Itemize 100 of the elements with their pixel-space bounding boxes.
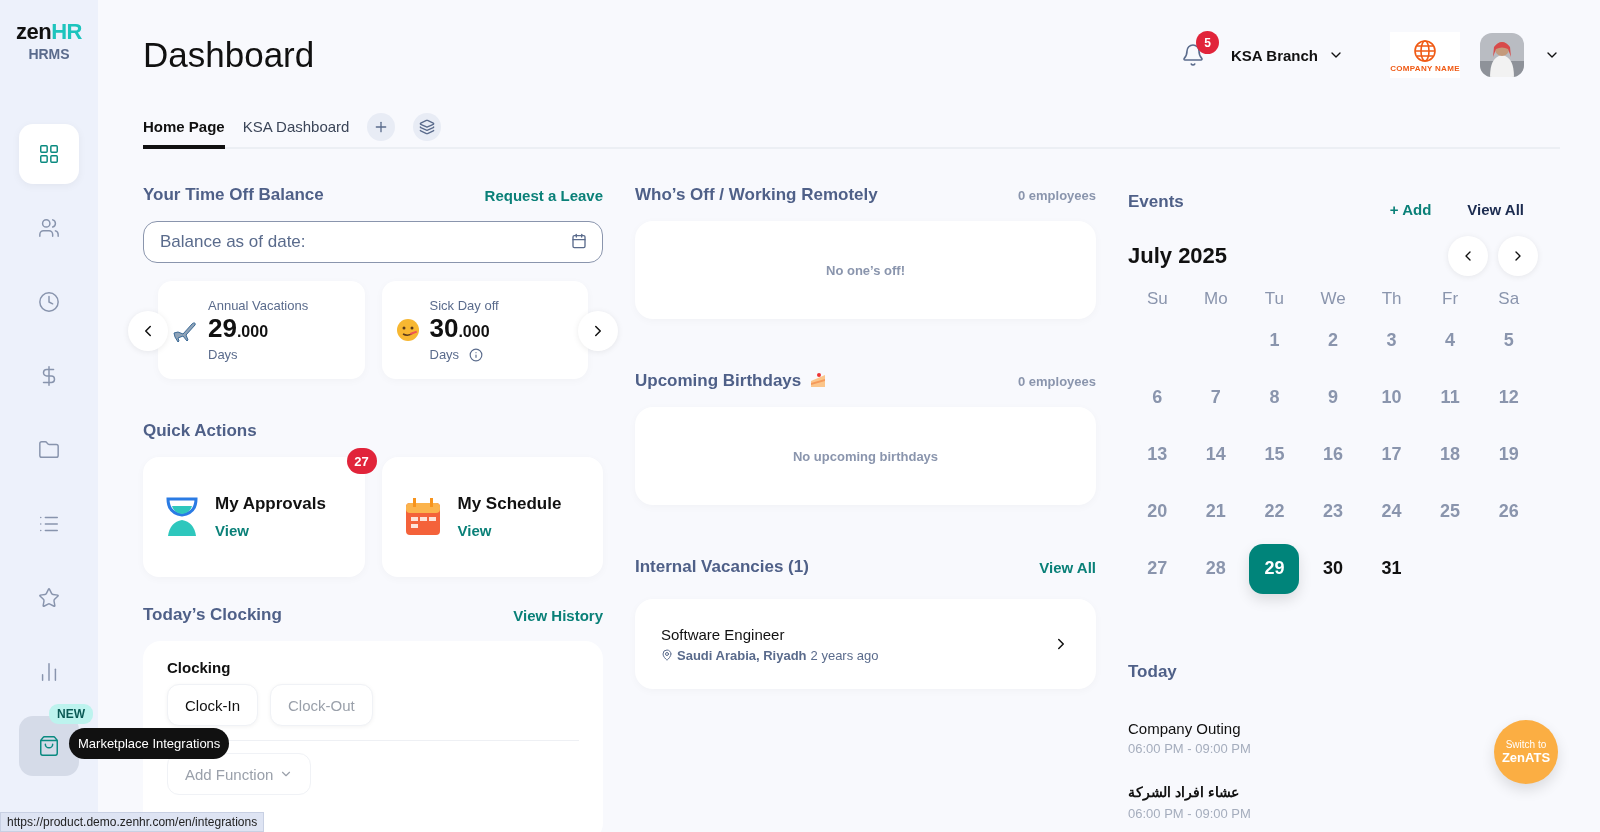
notification-count: 5 [1196,31,1220,54]
count-badge: 27 [346,448,377,474]
weekday-label: Su [1146,289,1168,309]
section-title: Who’s Off / Working Remotely [635,185,878,205]
balance-name: Annual Vacations [208,298,309,313]
next-button[interactable] [578,311,618,351]
calendar-day[interactable]: 16 [1308,429,1358,480]
section-title: Today [1128,662,1178,682]
calendar-icon[interactable] [571,233,587,249]
employee-count: 0 employees [1017,373,1096,389]
calendar-day[interactable]: 4 [1425,315,1476,366]
request-leave-link[interactable]: Request a Leave [484,186,603,204]
calendar-day[interactable]: 7 [1190,372,1241,423]
event-time: 06:00 PM - 09:00 PM [1128,741,1251,756]
weekday-label: Fr [1442,289,1459,309]
calendar-day[interactable]: 9 [1308,372,1358,423]
empty-message: No upcoming birthdays [792,448,939,464]
previous-button[interactable] [128,311,168,351]
card-title: Clocking [167,659,232,676]
vacancy-card[interactable]: Software Engineer Saudi Arabia, Riyadh 2 years ago [635,599,1096,689]
section-title: Upcoming Birthdays [635,371,802,391]
empty-message: No one’s off! [826,262,905,278]
add-function-dropdown[interactable]: Add Function [167,753,312,795]
calendar-day[interactable]: 18 [1425,429,1476,480]
users-icon [38,217,60,239]
employee-count: 0 employees [1017,187,1096,203]
balance-name: Sick Day off [429,298,499,313]
section-title: Today’s Clocking [143,605,282,625]
calendar-day[interactable]: 23 [1308,486,1358,537]
clock-icon [38,291,60,313]
calendar-day[interactable]: 19 [1483,429,1534,480]
vacancy-location: Saudi Arabia, Riyadh [677,647,807,663]
add-event-link[interactable]: + Add [1389,201,1432,218]
section-title: Internal Vacancies (1) [635,557,809,577]
calendar-day[interactable]: 11 [1425,372,1476,423]
previous-month-button[interactable] [1448,236,1488,276]
calendar-day[interactable]: 30 [1308,543,1358,594]
weekday-label: Mo [1204,289,1228,309]
tooltip: Marketplace Integrations [69,728,230,759]
section-title: Quick Actions [143,421,257,441]
location-pin-icon [661,649,673,661]
calendar-day[interactable]: 21 [1190,486,1241,537]
view-all-link[interactable]: View All [1467,201,1524,218]
add-tab-button[interactable] [367,112,396,141]
calendar-day[interactable]: 25 [1425,486,1476,537]
vacancy-title: Software Engineer [661,625,786,643]
calendar-day[interactable]: 5 [1483,315,1534,366]
calendar-day[interactable]: 17 [1366,429,1417,480]
status-url: https://product.demo.zenhr.com/en/integrations [0,812,265,832]
calendar-day[interactable]: 28 [1190,543,1241,594]
event-title: عشاء افراد الشركة [1128,784,1239,800]
event-title: Company Outing [1128,720,1241,737]
star-icon [38,587,60,609]
calendar-day[interactable]: 3 [1366,315,1417,366]
switch-app-button[interactable]: Switch to ZenATS [1494,720,1558,784]
quick-action-card[interactable]: My Schedule View [381,457,603,577]
grid-icon [38,143,60,165]
calendar-day[interactable]: 14 [1190,429,1241,480]
date-field[interactable]: Balance as of date: [143,221,603,263]
view-link[interactable]: View [215,522,249,539]
calendar-day[interactable]: 29 [1249,543,1300,594]
calendar-day[interactable]: 26 [1483,486,1534,537]
sick-face-icon [395,318,420,342]
calendar-day[interactable]: 20 [1132,486,1183,537]
balance-value: 29.000 [208,313,270,345]
balance-value: 30.000 [429,313,491,345]
view-link[interactable]: View [457,522,492,539]
view-history-link[interactable]: View History [513,606,603,624]
folder-icon [38,439,60,461]
calendar-day[interactable]: 15 [1249,429,1300,480]
weekday-label: Tu [1264,289,1285,309]
calendar-day[interactable]: 10 [1366,372,1417,423]
clock-button[interactable]: Clock-In [167,684,258,726]
section-title: Your Time Off Balance [143,185,324,205]
weekday-label: Th [1381,289,1402,309]
layers-button[interactable] [413,112,442,141]
calendar-day[interactable]: 22 [1249,486,1300,537]
calendar-day[interactable]: 31 [1366,543,1417,594]
quick-action-title: My Schedule [457,494,562,514]
calendar-day[interactable]: 8 [1249,372,1300,423]
info-icon[interactable] [469,347,484,362]
quick-action-title: My Approvals [215,494,326,514]
notification-bell-icon[interactable] [1181,43,1206,67]
section-title: Events [1128,191,1184,212]
tab[interactable]: Home Page [143,110,225,149]
calendar-day[interactable]: 24 [1366,486,1417,537]
logo: zenHR [16,20,82,44]
calendar-day[interactable]: 27 [1132,543,1183,594]
shopping-bag-icon [38,735,60,757]
next-month-button[interactable] [1498,236,1538,276]
branch-dropdown[interactable]: KSA Branch [1225,45,1350,65]
calendar-day[interactable]: 12 [1483,372,1534,423]
tab[interactable]: KSA Dashboard [242,110,350,149]
calendar-day[interactable]: 13 [1132,429,1183,480]
hourglass-icon [165,496,199,538]
calendar-day[interactable]: 6 [1132,372,1183,423]
calendar-day[interactable]: 2 [1308,315,1358,366]
view-all-link[interactable]: View All [1039,558,1096,576]
calendar-day[interactable]: 1 [1249,315,1300,366]
calendar-month: July 2025 [1128,243,1228,269]
